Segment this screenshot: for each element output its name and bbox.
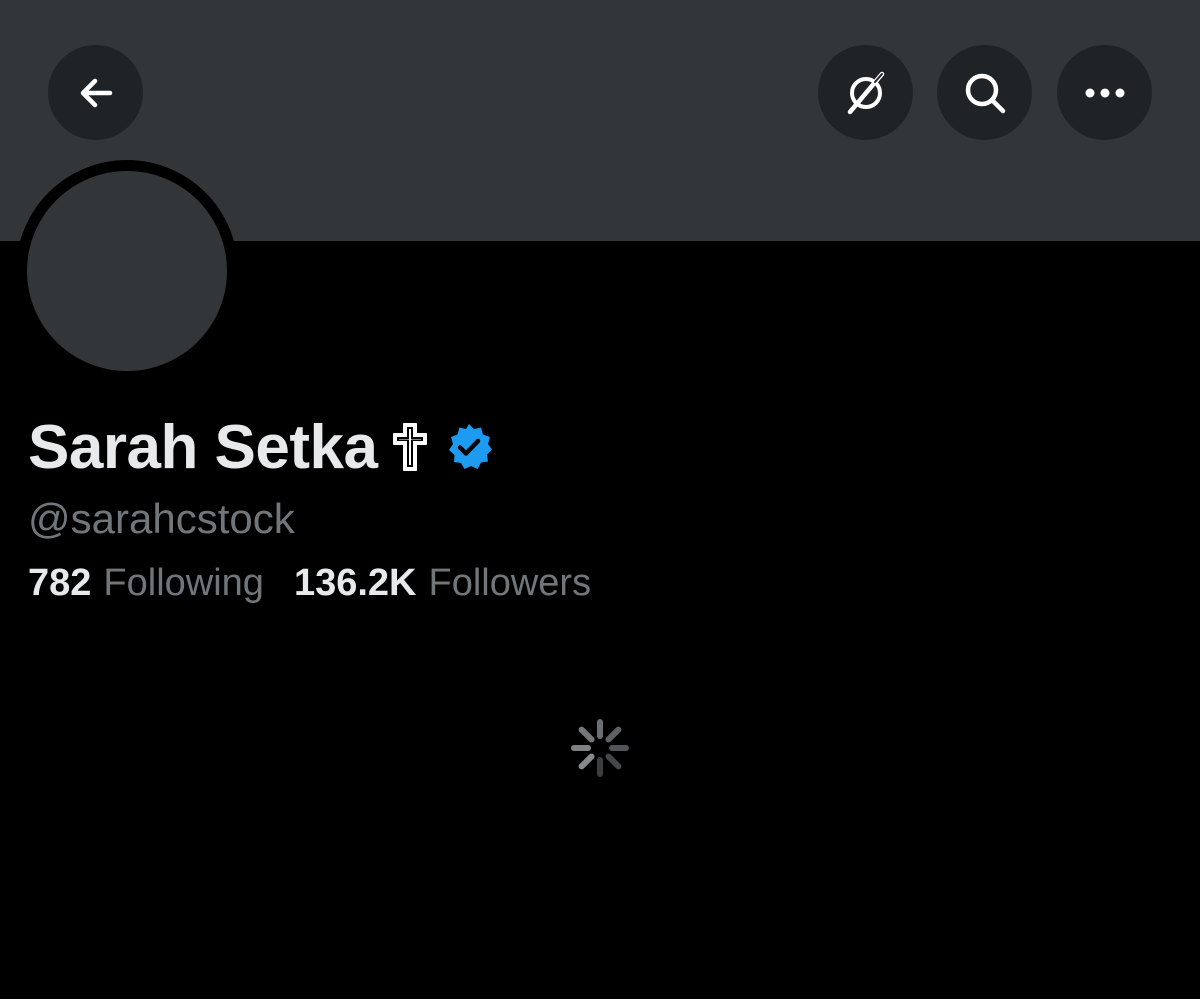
back-button[interactable] xyxy=(48,45,143,140)
more-horizontal-icon xyxy=(1085,88,1124,97)
followers-link[interactable]: 136.2K Followers xyxy=(294,562,591,605)
following-count: 782 xyxy=(28,562,92,604)
name-row: Sarah Setka xyxy=(28,412,494,482)
followers-count: 136.2K xyxy=(293,562,417,604)
following-label: Following xyxy=(103,562,264,604)
grok-button[interactable] xyxy=(818,45,913,140)
search-icon xyxy=(965,73,1005,113)
grok-icon xyxy=(847,71,884,114)
profile-screen: Sarah Setka @sarahcstock 782 Following 1… xyxy=(0,0,1200,999)
loading-spinner-icon xyxy=(571,719,629,777)
verified-badge-icon[interactable] xyxy=(444,422,494,472)
latin-cross-icon xyxy=(392,422,428,472)
user-handle: @sarahcstock xyxy=(28,495,295,542)
more-options-button[interactable] xyxy=(1057,45,1152,140)
followers-label: Followers xyxy=(428,562,592,604)
avatar[interactable] xyxy=(27,171,227,371)
display-name: Sarah Setka xyxy=(28,412,378,482)
arrow-left-icon xyxy=(80,78,112,107)
follow-stats: 782 Following 136.2K Followers xyxy=(28,562,591,605)
search-button[interactable] xyxy=(937,45,1032,140)
following-link[interactable]: 782 Following xyxy=(28,562,264,605)
